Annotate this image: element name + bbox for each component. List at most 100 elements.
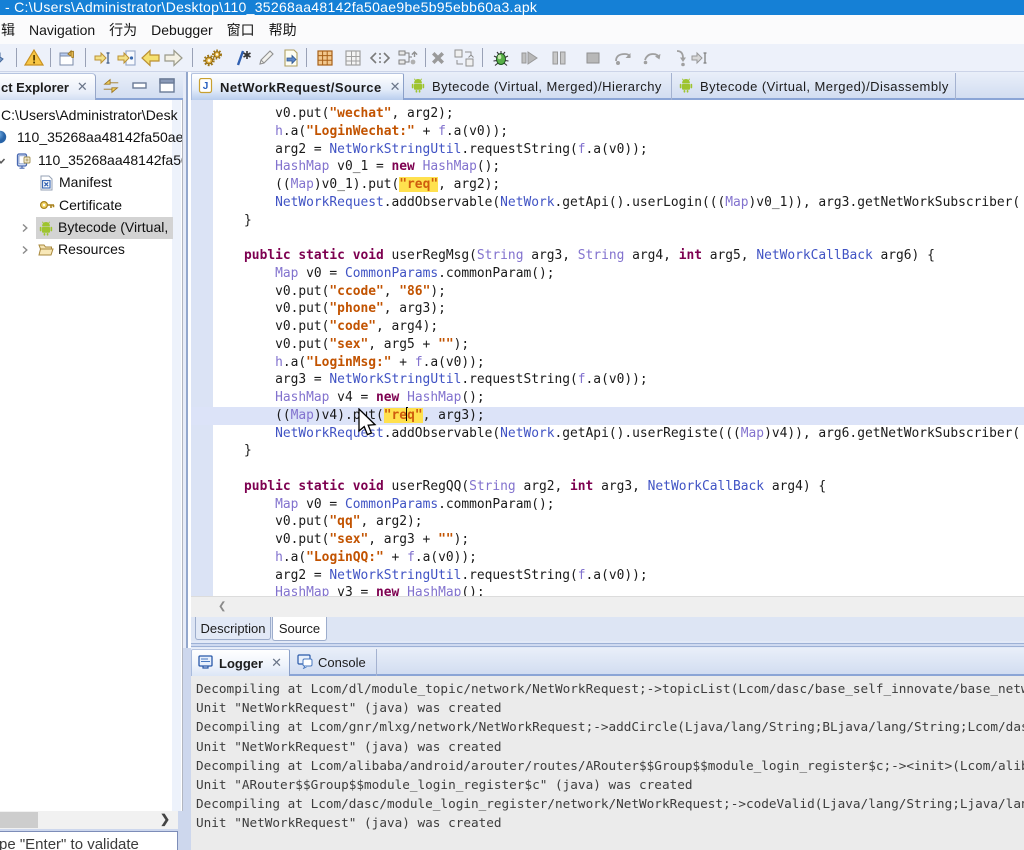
logger-tab-logger[interactable]: Logger ✕ (191, 649, 290, 676)
gears-icon[interactable] (202, 47, 224, 69)
tree-hscrollbar[interactable]: ❯ (0, 811, 178, 829)
pause-icon[interactable] (548, 47, 570, 69)
tree-item-label: Certificate (59, 197, 122, 213)
swap-icon[interactable] (453, 47, 475, 69)
goto-address-icon[interactable] (92, 47, 114, 69)
code-token-l: HashMap (407, 585, 461, 596)
editor-hscroll-left-arrow[interactable]: ❮ (218, 601, 226, 612)
tree-hscrollbar-thumb[interactable] (0, 812, 38, 828)
code-token-d: v0.put( (213, 301, 329, 316)
close-icon[interactable]: ✕ (390, 80, 401, 95)
resume-icon[interactable] (519, 47, 541, 69)
code-token-k: int (570, 479, 593, 494)
code-token-l: Map (725, 195, 748, 210)
code-token-d: arg3 = (213, 372, 329, 387)
new-window-icon[interactable] (57, 47, 79, 69)
editor-tab-2[interactable]: Bytecode (Virtual, Merged)/Disassembly (672, 73, 956, 100)
code-token-y: "re (384, 408, 407, 423)
maximize-icon[interactable] (157, 76, 177, 96)
minimize-icon[interactable] (130, 76, 150, 96)
code-token-l: f (578, 568, 586, 583)
code-token-d: .requestString( (461, 568, 577, 583)
step-out-icon[interactable] (641, 47, 663, 69)
editor-tab-0[interactable]: JNetWorkRequest/Source✕ (191, 73, 404, 100)
menu-item-debugger[interactable]: Debugger (144, 22, 220, 38)
comment-icon[interactable] (231, 47, 253, 69)
tree-item-label: 110_35268aa48142fa50ae (17, 129, 183, 145)
code-token-s: "code" (329, 319, 376, 334)
code-token-d: + (392, 355, 415, 370)
tree-item-manifest[interactable]: Manifest (0, 172, 182, 194)
debug-bug-icon[interactable] (490, 47, 512, 69)
tree-item-resources[interactable]: Resources (0, 239, 182, 261)
run-to-line-icon[interactable] (689, 47, 711, 69)
editor-hscrollbar[interactable]: ❮ (191, 596, 1024, 617)
wrench-partial-icon[interactable] (0, 47, 13, 69)
back-icon[interactable] (139, 47, 161, 69)
menu-item-navigation[interactable]: Navigation (22, 22, 102, 38)
menu-item-行为[interactable]: 行为 (102, 20, 144, 40)
code-token-d: (( (213, 177, 291, 192)
code-token-d: + (415, 124, 438, 139)
tree-item-110-35268aa48142fa50ae[interactable]: 110_35268aa48142fa50ae (0, 127, 182, 149)
goto-document-icon[interactable] (116, 47, 138, 69)
grid-pale-icon[interactable] (342, 47, 364, 69)
rename-icon[interactable] (255, 47, 277, 69)
explorer-tabbar: ct Explorer ✕ (0, 72, 184, 100)
code-token-d: userRegQQ( (384, 479, 469, 494)
code-token-d: )v0_1).put( (314, 177, 399, 192)
code-line-17: HashMap v4 = new HashMap(); (213, 389, 1020, 407)
tree-filter-input[interactable]: pe "Enter" to validate (0, 831, 178, 850)
tree-item-certificate[interactable]: Certificate (0, 195, 182, 217)
chevron-right-icon[interactable] (20, 242, 30, 258)
tab-project-explorer[interactable]: ct Explorer ✕ (0, 73, 96, 101)
editor-tab-1[interactable]: Bytecode (Virtual, Merged)/Hierarchy (404, 73, 672, 100)
log-line-5: Decompiling at Lcom/alibaba/android/arou… (196, 756, 1024, 775)
tree-hscroll-right-arrow[interactable]: ❯ (160, 812, 170, 826)
tree-item-c-users-administrator-de[interactable]: C:\Users\Administrator\Desk (0, 105, 182, 127)
code-tags-icon[interactable] (369, 47, 391, 69)
close-icon[interactable]: ✕ (77, 80, 88, 95)
code-line-27: arg2 = NetWorkStringUtil.requestString(f… (213, 567, 1020, 585)
menu-item-edit[interactable]: 辑 (0, 20, 22, 40)
editor-bottom-tab-source[interactable]: Source (272, 617, 327, 641)
code-token-d (213, 479, 244, 494)
horizontal-sash[interactable] (191, 641, 1024, 648)
code-line-6: NetWorkRequest.addObservable(NetWork.get… (213, 194, 1020, 212)
code-token-d: arg5, (702, 248, 756, 263)
hierarchy-up-icon[interactable] (397, 47, 419, 69)
close-icon[interactable]: ✕ (271, 656, 282, 671)
chevron-right-icon[interactable] (20, 220, 30, 236)
code-token-d: .a(v0)); (423, 355, 485, 370)
warning-icon[interactable] (23, 47, 45, 69)
code-token-d: .commonParam(); (438, 266, 554, 281)
chevron-down-icon[interactable] (0, 153, 6, 169)
stop-icon[interactable] (582, 47, 604, 69)
code-token-d: userRegMsg( (384, 248, 477, 263)
editor-tabbar: JNetWorkRequest/Source✕Bytecode (Virtual… (191, 72, 1024, 100)
editor-tab-label: NetWorkRequest/Source (220, 80, 382, 95)
jeb-decompiler-window: - C:\Users\Administrator\Desktop\110_352… (0, 0, 1024, 850)
code-line-1: v0.put("wechat", arg2); (213, 105, 1020, 123)
forward-icon[interactable] (163, 47, 185, 69)
code-editor[interactable]: v0.put("wechat", arg2); h.a("LoginWechat… (191, 100, 1024, 596)
delete-icon[interactable] (427, 47, 449, 69)
editor-bottom-tab-description[interactable]: Description (195, 617, 271, 640)
export-icon[interactable] (280, 47, 302, 69)
logger-tab-console[interactable]: Console (291, 649, 377, 676)
tree-item-bytecode-virtual-[interactable]: Bytecode (Virtual, (0, 217, 182, 239)
xref-grid-icon[interactable] (314, 47, 336, 69)
logger-tab-label: Logger (219, 656, 263, 671)
code-token-t: NetWorkCallBack (756, 248, 872, 263)
link-editor-icon[interactable] (101, 76, 121, 96)
code-line-3: arg2 = NetWorkStringUtil.requestString(f… (213, 141, 1020, 159)
log-line-7: Decompiling at Lcom/dasc/module_login_re… (196, 794, 1024, 813)
menu-item-帮助[interactable]: 帮助 (262, 20, 304, 40)
tree-item-110-35268aa48142fa50[interactable]: 110_35268aa48142fa50 (0, 150, 182, 172)
code-token-d: ); (430, 284, 446, 299)
menu-item-窗口[interactable]: 窗口 (220, 20, 262, 40)
code-token-d: arg4, (624, 248, 678, 263)
toolbar-separator (482, 48, 483, 67)
step-over-icon[interactable] (612, 47, 634, 69)
panel-sash[interactable] (183, 72, 191, 648)
